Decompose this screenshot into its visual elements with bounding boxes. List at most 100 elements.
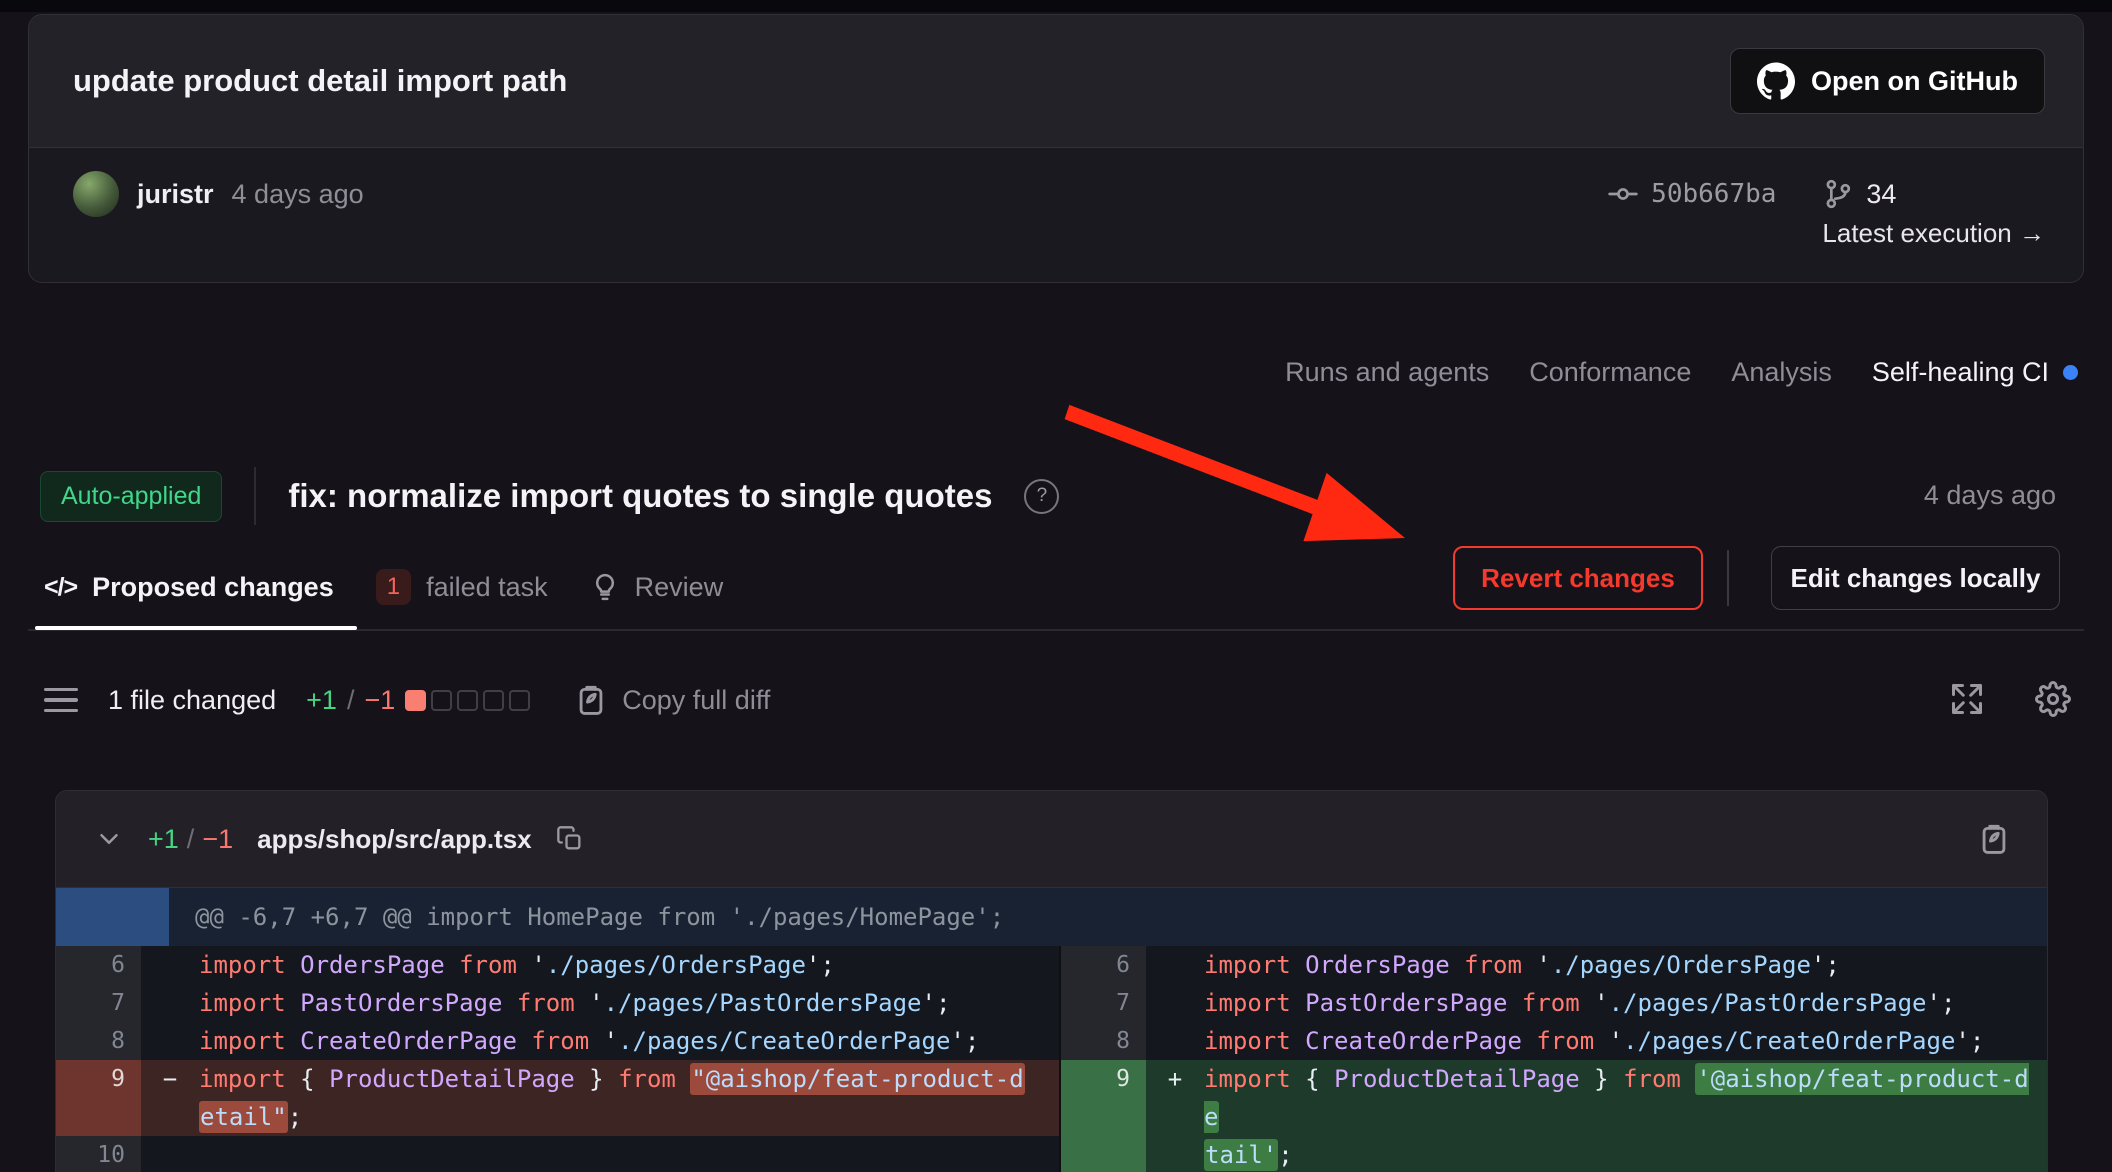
diff-marker [1146,946,1204,984]
diff-line: 6 import OrdersPage from './pages/OrdersP… [1061,946,2047,984]
line-number: 9 [56,1060,141,1136]
diff-line: 10 [56,1136,1059,1172]
top-nav: Runs and agents Conformance Analysis Self-h… [1285,352,2078,392]
file-diffstat-separator: / [187,824,195,855]
hunk-header-text: @@ -6,7 +6,7 @@ import HomePage from './… [195,903,1004,931]
file-additions: +1 [148,824,179,855]
arrow-right-icon: → [2019,218,2045,248]
nav-item-runs-and-agents[interactable]: Runs and agents [1285,357,1489,388]
code-text: import CreateOrderPage from './pages/Cre… [199,1022,1059,1060]
diff-marker: + [1146,1060,1204,1172]
commit-card-body: juristr 4 days ago 50b667ba 34 Latest ex… [29,148,2083,283]
branch-number: 34 [1866,179,1896,210]
tab-proposed-changes[interactable]: </> Proposed changes [44,572,334,603]
file-name: apps/shop/src/app.tsx [257,824,532,855]
diffstat-block [509,690,530,711]
diffstat-block [405,690,426,711]
commit-time: 4 days ago [232,179,364,210]
branch-chip[interactable]: 34 [1822,172,2045,216]
diff-line: 7import PastOrdersPage from './pages/Pas… [56,984,1059,1022]
nav-item-self-healing-ci[interactable]: Self-healing CI [1872,357,2078,388]
commit-hash: 50b667ba [1651,179,1776,209]
edit-changes-locally-button[interactable]: Edit changes locally [1771,546,2060,610]
line-number: 6 [56,946,141,984]
code-text: import { ProductDetailPage } from '@aish… [1204,1060,2047,1172]
deletions-count: −1 [364,685,395,716]
diff-line: 6 import OrdersPage from './pages/OrdersP… [56,946,1059,984]
files-changed-label: 1 file changed [108,685,276,716]
diffstat-blocks [405,690,530,711]
code-text: import OrdersPage from './pages/OrdersPa… [1204,946,2047,984]
latest-execution-link[interactable]: Latest execution → [1822,218,2045,249]
clipboard-icon [574,683,608,717]
file-list-menu-icon[interactable] [44,688,78,713]
line-number: 8 [56,1022,141,1060]
copy-file-diff-icon[interactable] [1977,822,2011,856]
diff-line: 7 import PastOrdersPage from './pages/Pas… [1061,984,2047,1022]
diff-panels: 6import OrdersPage from './pages/OrdersP… [56,946,2047,1172]
commit-card-header: update product detail import path Open o… [29,15,2083,148]
code-text: import CreateOrderPage from './pages/Cre… [1204,1022,2047,1060]
open-on-github-label: Open on GitHub [1811,66,2018,97]
branch-icon [1822,178,1854,210]
notification-dot [2063,365,2078,380]
code-text: import { ProductDetailPage } from "@aish… [199,1060,1059,1136]
open-on-github-button[interactable]: Open on GitHub [1730,48,2045,114]
auto-applied-badge: Auto-applied [40,471,222,522]
code-text: import OrdersPage from './pages/OrdersPa… [199,946,1059,984]
fix-time: 4 days ago [1924,480,2056,511]
help-icon[interactable]: ? [1024,479,1059,514]
line-number: 8 [1061,1022,1146,1060]
chevron-down-icon[interactable] [94,824,124,854]
top-strip [0,0,2112,12]
hunk-header-row: @@ -6,7 +6,7 @@ import HomePage from './… [56,888,2047,946]
diff-panel-left: 6 import OrdersPage from './pages/OrdersP… [56,946,1059,1172]
hunk-gutter-block [56,888,169,946]
code-icon: </> [44,573,77,602]
tab-review-label: Review [635,572,724,603]
gear-icon[interactable] [2035,681,2071,717]
revert-changes-button[interactable]: Revert changes [1453,546,1703,610]
tab-failed-task[interactable]: 1 failed task [376,569,548,605]
diff-line: 8 import CreateOrderPage from './pages/Cr… [56,1022,1059,1060]
copy-path-icon[interactable] [556,825,584,853]
diff-toolbar: 1 file changed +1 / −1 Copy full diff [44,672,770,728]
diffstat: +1 / −1 [306,685,530,716]
line-number: 7 [1061,984,1146,1022]
copy-full-diff-button[interactable]: Copy full diff [574,683,770,717]
diff-line: 9+import { ProductDetailPage } from '@ai… [1061,1060,2047,1172]
line-number: 9 [1061,1060,1146,1172]
code-text: import PastOrdersPage from './pages/Past… [1204,984,2047,1022]
diffstat-block [457,690,478,711]
diff-marker [141,946,199,984]
nav-item-conformance[interactable]: Conformance [1529,357,1691,388]
commit-icon [1607,178,1639,210]
author-name: juristr [137,179,214,210]
diff-line: 9−import { ProductDetailPage } from "@ai… [56,1060,1059,1136]
file-deletions: −1 [202,824,233,855]
nav-item-analysis[interactable]: Analysis [1731,357,1832,388]
diff-marker [1146,1022,1204,1060]
tab-review[interactable]: Review [590,572,724,603]
diff-marker [141,984,199,1022]
copy-full-diff-label: Copy full diff [622,685,770,716]
additions-count: +1 [306,685,337,716]
commit-meta: 50b667ba 34 Latest execution → [1607,172,2045,249]
commit-card: update product detail import path Open o… [28,14,2084,283]
tab-failed-task-label: failed task [426,572,548,603]
line-number: 6 [1061,946,1146,984]
diff-line: 8 import CreateOrderPage from './pages/Cr… [1061,1022,2047,1060]
tab-proposed-changes-label: Proposed changes [92,572,334,603]
avatar[interactable] [73,171,119,217]
diffstat-block [431,690,452,711]
line-number: 10 [56,1136,141,1172]
diff-marker [141,1022,199,1060]
fullscreen-icon[interactable] [1949,681,1985,717]
diffstat-separator: / [347,685,355,716]
file-diff-card: +1 / −1 apps/shop/src/app.tsx @@ -6,7 +6… [55,790,2048,1172]
author-row: juristr 4 days ago [73,170,364,218]
diffstat-block [483,690,504,711]
commit-hash-chip[interactable]: 50b667ba [1607,172,1776,216]
diff-toolbar-icons [1949,681,2071,717]
tab-bar: </> Proposed changes 1 failed task Revie… [44,548,723,626]
